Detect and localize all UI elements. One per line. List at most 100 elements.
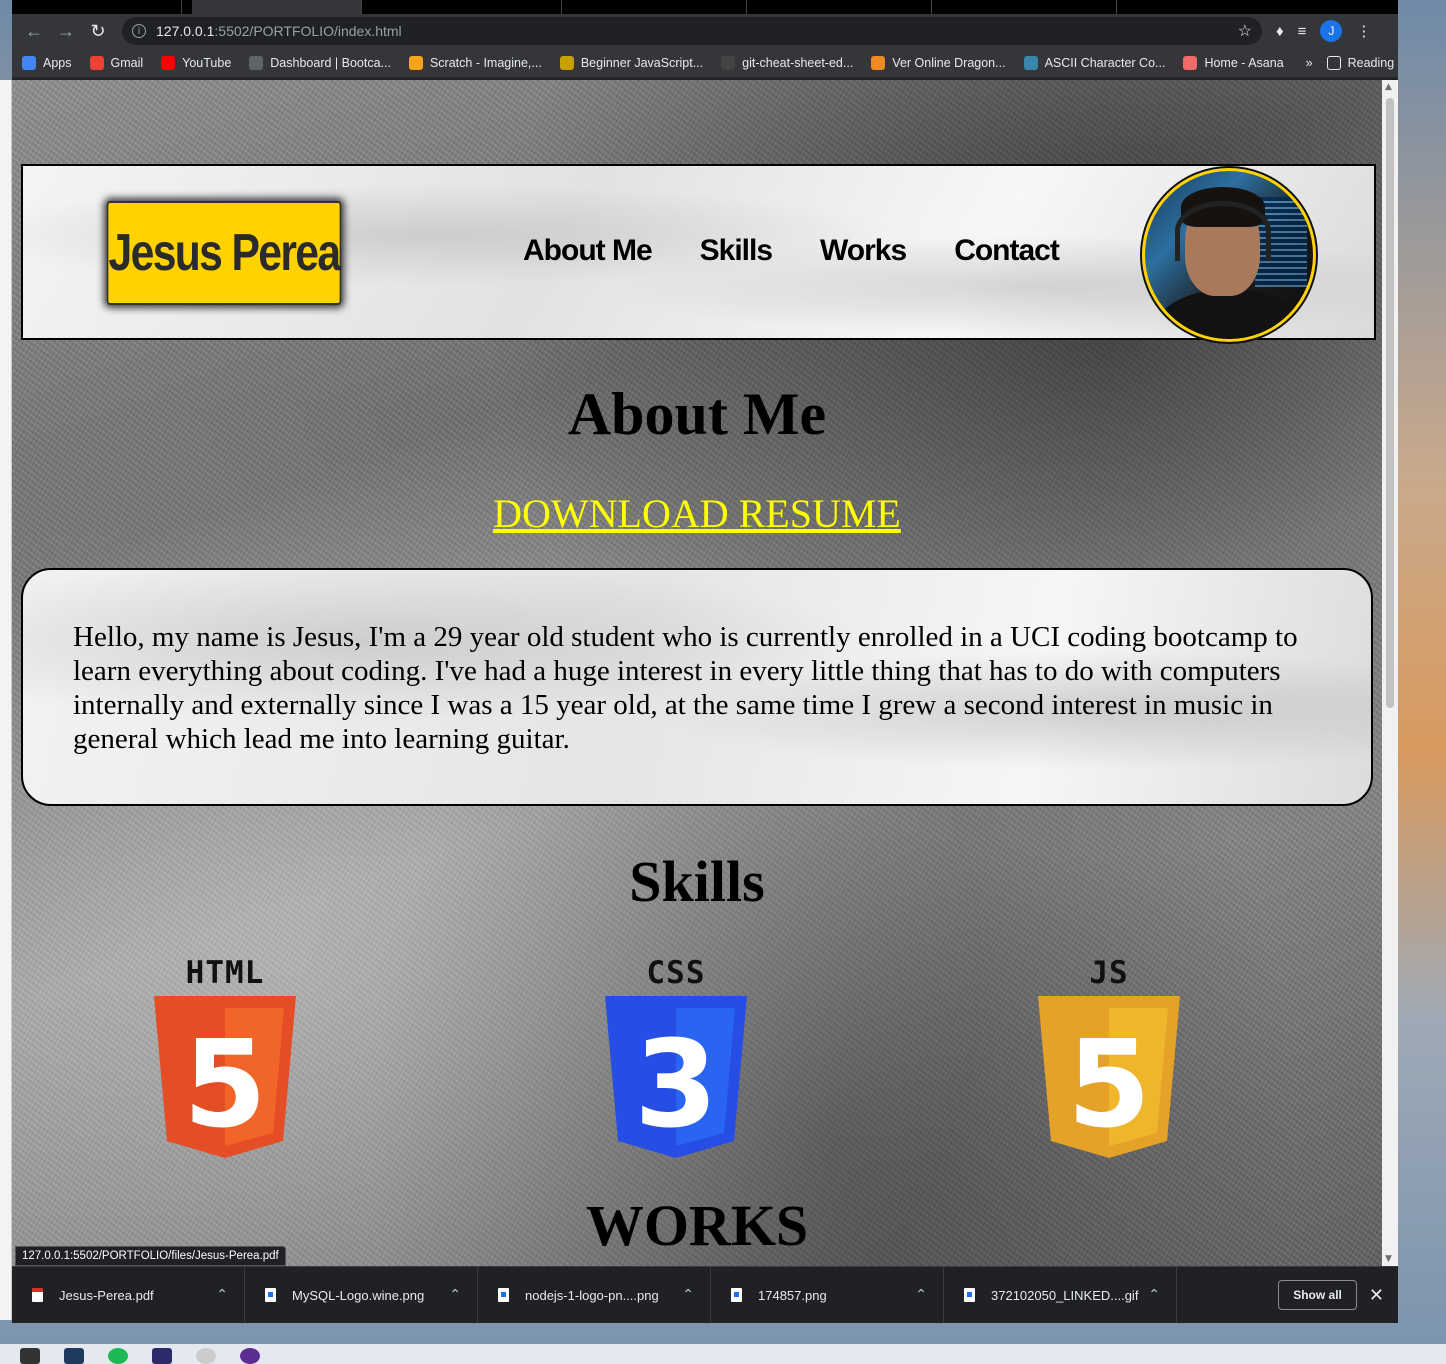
bookmark-star-icon[interactable]: ☆ — [1238, 21, 1252, 41]
bookmark-label: Ver Online Dragon... — [892, 55, 1006, 70]
bookmark-label: Dashboard | Bootca... — [270, 55, 391, 70]
taskbar-app-icon[interactable] — [152, 1348, 172, 1364]
browser-tab[interactable] — [12, 0, 182, 14]
skill-label: HTML — [185, 955, 265, 991]
nav-link-about[interactable]: About Me — [523, 234, 653, 268]
bookmark-item[interactable]: Home - Asana — [1183, 55, 1284, 70]
forward-arrow-icon[interactable]: → — [52, 17, 80, 45]
profile-avatar[interactable]: J — [1320, 20, 1343, 42]
youtube-icon — [161, 55, 176, 70]
taskbar-app-icon[interactable] — [240, 1348, 260, 1364]
reading-list-button[interactable]: Reading list — [1326, 55, 1398, 70]
bookmark-label: Gmail — [110, 55, 144, 70]
taskbar-app-icon[interactable] — [196, 1348, 216, 1364]
crown-icon — [559, 55, 574, 70]
site-info-icon[interactable]: i — [132, 24, 146, 38]
browser-tab[interactable] — [392, 0, 562, 14]
profile-photo — [1140, 166, 1318, 344]
bookmark-item[interactable]: Scratch - Imagine,... — [408, 55, 542, 70]
download-resume-link[interactable]: DOWNLOAD RESUME — [493, 491, 901, 536]
scratch-icon — [408, 55, 423, 70]
show-all-downloads-button[interactable]: Show all — [1278, 1280, 1357, 1310]
taskbar-app-icon[interactable] — [20, 1348, 40, 1364]
bookmark-item[interactable]: Ver Online Dragon... — [871, 55, 1006, 70]
chevron-up-icon[interactable]: ⌃ — [216, 1287, 228, 1303]
bookmark-item[interactable]: Apps — [22, 55, 72, 70]
download-item[interactable]: MySQL-Logo.wine.png ⌃ — [245, 1266, 478, 1323]
bookmarks-overflow-icon[interactable]: » — [1306, 56, 1313, 70]
reload-icon[interactable]: ↻ — [84, 17, 112, 45]
download-item[interactable]: Jesus-Perea.pdf ⌃ — [12, 1266, 245, 1323]
github-icon — [721, 55, 736, 70]
brand-name-badge: Jesus Perea — [106, 201, 342, 305]
asana-icon — [1183, 55, 1198, 70]
nav-link-skills[interactable]: Skills — [700, 234, 773, 268]
about-heading: About Me — [567, 381, 827, 447]
reading-list-label: Reading list — [1347, 55, 1398, 70]
logo-digit: 3 — [634, 1016, 718, 1155]
skill-css: CSS 3 — [601, 956, 751, 1166]
main-nav: About Me Skills Works Contact — [523, 234, 1060, 268]
url-path: :5502/PORTFOLIO/index.html — [214, 23, 402, 39]
javascript-logo-icon: 5 — [1038, 996, 1180, 1158]
logo-digit: 5 — [183, 1016, 267, 1155]
bookmark-item[interactable]: Gmail — [89, 55, 144, 70]
pdf-file-icon — [32, 1288, 43, 1302]
chevron-up-icon[interactable]: ⌃ — [449, 1287, 461, 1303]
bookmark-item[interactable]: git-cheat-sheet-ed... — [721, 55, 853, 70]
menu-dots-icon[interactable]: ⋮ — [1356, 22, 1371, 40]
chevron-up-icon[interactable]: ⌃ — [915, 1287, 927, 1303]
apps-grid-icon — [22, 55, 36, 70]
media-queue-icon[interactable]: ≡ — [1298, 23, 1307, 40]
skill-js: JS 5 — [1034, 956, 1184, 1166]
download-filename: Jesus-Perea.pdf — [59, 1287, 154, 1303]
bookmark-label: Beginner JavaScript... — [580, 55, 704, 70]
chevron-up-icon[interactable]: ⌃ — [682, 1287, 694, 1303]
bookmark-item[interactable]: Dashboard | Bootca... — [249, 55, 391, 70]
back-arrow-icon[interactable]: ← — [20, 17, 48, 45]
download-item[interactable]: 174857.png ⌃ — [711, 1266, 944, 1323]
browser-tab[interactable] — [762, 0, 932, 14]
nav-link-works[interactable]: Works — [820, 234, 907, 268]
reading-list-icon — [1326, 55, 1341, 70]
browser-tab-active[interactable] — [192, 0, 362, 14]
nav-link-contact[interactable]: Contact — [954, 234, 1060, 268]
scroll-up-arrow-icon[interactable]: ▲ — [1385, 82, 1392, 92]
scroll-down-arrow-icon[interactable]: ▼ — [1385, 1254, 1392, 1264]
bookmark-item[interactable]: ASCII Character Co... — [1023, 55, 1165, 70]
status-bar-url: 127.0.0.1:5502/PORTFOLIO/files/Jesus-Per… — [15, 1246, 286, 1266]
download-item[interactable]: 372102050_LINKED....gif ⌃ — [944, 1266, 1177, 1323]
bookmark-label: Apps — [43, 55, 72, 70]
globe-icon — [249, 55, 264, 70]
download-filename: MySQL-Logo.wine.png — [292, 1287, 425, 1303]
address-bar[interactable]: i 127.0.0.1 :5502/PORTFOLIO/index.html ☆ — [122, 17, 1262, 45]
logo-digit: 5 — [1067, 1016, 1151, 1155]
browser-tab[interactable] — [947, 0, 1117, 14]
ascii-icon — [1023, 55, 1038, 70]
os-taskbar — [0, 1344, 1446, 1364]
close-icon[interactable]: ✕ — [1369, 1285, 1384, 1306]
skill-label: JS — [1089, 955, 1129, 991]
extensions-puzzle-icon[interactable]: ♦ — [1276, 23, 1284, 40]
scroll-thumb[interactable] — [1386, 98, 1394, 708]
download-filename: 174857.png — [758, 1287, 827, 1303]
site-header: Jesus Perea About Me Skills Works Contac… — [21, 164, 1376, 344]
bookmark-item[interactable]: YouTube — [161, 55, 232, 70]
bookmark-label: YouTube — [182, 55, 232, 70]
chevron-up-icon[interactable]: ⌃ — [1148, 1287, 1160, 1303]
browser-window: ← → ↻ i 127.0.0.1 :5502/PORTFOLIO/index.… — [12, 0, 1398, 1323]
page-scrollbar[interactable]: ▲ ▼ — [1382, 80, 1398, 1266]
spotify-icon[interactable] — [108, 1348, 128, 1364]
bookmark-item[interactable]: Beginner JavaScript... — [559, 55, 704, 70]
bookmark-label: Scratch - Imagine,... — [429, 55, 542, 70]
background-window-edge — [0, 80, 12, 1320]
html5-logo-icon: 5 — [154, 996, 296, 1158]
taskbar-app-icon[interactable] — [64, 1348, 84, 1364]
bookmarks-bar: Apps Gmail YouTube Dashboard | Bootca... Scr… — [12, 48, 1398, 78]
browser-tab[interactable] — [577, 0, 747, 14]
resume-link-wrap: DOWNLOAD RESUME — [12, 490, 1382, 537]
download-item[interactable]: nodejs-1-logo-pn....png ⌃ — [478, 1266, 711, 1323]
download-filename: nodejs-1-logo-pn....png — [525, 1287, 659, 1303]
downloads-bar: Jesus-Perea.pdf ⌃ MySQL-Logo.wine.png ⌃ … — [12, 1266, 1398, 1323]
download-filename: 372102050_LINKED....gif — [991, 1287, 1139, 1303]
